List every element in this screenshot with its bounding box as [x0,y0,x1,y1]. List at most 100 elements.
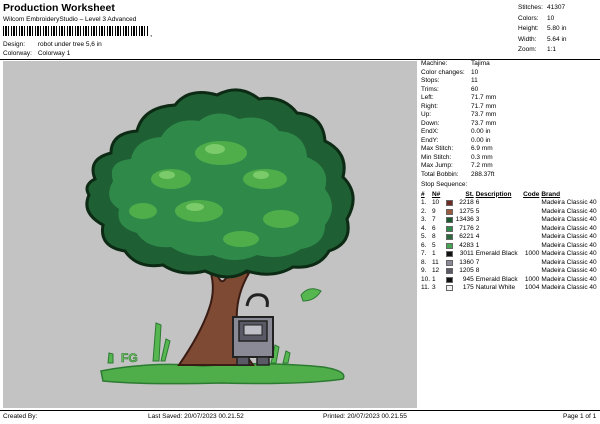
thread-brand: Madeira Classic 40 [541,284,597,291]
stat-label: Zoom: [518,46,537,53]
stitch-count: 2218 [459,199,474,206]
created-by: Created By: [3,413,38,420]
stop-number: 3. [421,216,427,223]
info-label: Machine: [421,60,448,67]
info-row: EndX: 0.00 in [421,128,599,137]
color-swatch [445,276,453,283]
thread-description: 5 [475,207,480,215]
stop-number: 5. [421,233,427,240]
color-swatch [445,242,453,249]
info-value: 0.00 in [471,128,491,135]
stat-value: 1:1 [547,46,557,53]
needle-number: 1 [431,275,436,283]
stop-number: 8. [421,258,427,266]
needle-number: 8 [431,233,436,240]
color-swatch [445,285,453,292]
col-stitches: St. [465,190,474,198]
stitch-count: 1275 [459,207,474,215]
stop-sequence-label: Stop Sequence: [421,181,468,188]
colorway-label: Colorway: [3,50,32,57]
stop-row: 8. 11 1360 7 Madeira Classic 40 [421,259,599,268]
stats-panel: Stitches: 41307 Colors: 10 Height: 5.80 in … [518,3,598,56]
stitch-count: 3011 [459,250,474,257]
info-label: Stops: [421,77,440,84]
info-row: Machine: Tajima [421,60,599,69]
page-number: Page 1 of 1 [563,413,597,420]
needle-number: 5 [431,241,436,249]
stop-row: 1. 10 2218 6 Madeira Classic 40 [421,199,599,208]
machine-info-panel: Machine: Tajima Color changes: 10 Stops: 11… [421,60,599,293]
info-label: Down: [421,119,440,127]
stop-row: 11. 3 175 Natural White 1004 Madeira Classic … [421,284,599,293]
info-label: Color changes: [421,68,465,76]
thread-brand: Madeira Classic 40 [541,199,597,206]
thread-description: Natural White [475,284,516,291]
design-value: robot under tree 5,6 in [37,41,102,48]
stop-row: 6. 5 4283 1 Madeira Classic 40 [421,242,599,251]
info-value: 71.7 mm [471,94,497,101]
grass-blade [160,338,171,362]
stat-row: Height: 5.80 in [518,24,598,35]
info-value: 288.37ft [471,170,495,178]
info-row: Max Jump: 7.2 mm [421,162,599,171]
ground-lettering: FG [121,351,138,365]
design-row: Design: robot under tree 5,6 in [3,41,102,48]
thread-description: 1 [475,241,480,249]
stop-table-header: # N# St. Description Code Brand [421,191,599,200]
thread-description: Emerald Black [475,275,518,283]
info-value: 0.3 mm [471,153,493,161]
stitch-count: 13436 [455,216,474,223]
thread-code: 1004 [524,284,540,291]
stat-label: Height: [518,25,539,32]
stat-value: 5.64 in [547,35,567,43]
info-label: Trims: [421,85,439,93]
col-stop: # [421,190,425,198]
color-swatch [445,259,453,266]
design-preview: FG [3,61,417,408]
stop-row: 5. 8 6221 4 Madeira Classic 40 [421,233,599,242]
stat-label: Colors: [518,14,539,22]
stop-number: 1. [421,199,427,206]
info-row: Color changes: 10 [421,69,599,78]
info-row: Total Bobbin: 288.37ft [421,171,599,180]
stop-sequence-table: # N# St. Description Code Brand 1. 10 2218… [421,191,599,293]
color-swatch [445,268,453,275]
thread-code: 1000 [524,275,540,283]
thread-description: 8 [475,267,480,274]
stat-label: Width: [518,35,537,43]
info-label: Up: [421,111,432,118]
color-swatch [445,208,453,215]
thread-brand: Madeira Classic 40 [541,241,597,249]
thread-code: 1000 [524,250,540,257]
info-value: 11 [471,77,478,84]
stop-row: 2. 9 1275 5 Madeira Classic 40 [421,208,599,217]
falling-leaf [300,288,322,302]
info-row: Stops: 11 [421,77,599,86]
grass-blade [152,322,162,362]
printed-date: Printed: 20/07/2023 00.21.55 [323,413,407,420]
needle-number: 10 [431,199,440,206]
info-value: 10 [471,68,479,76]
stop-number: 7. [421,250,427,257]
stitch-count: 1360 [459,258,474,266]
thread-brand: Madeira Classic 40 [541,207,597,215]
thread-brand: Madeira Classic 40 [541,275,597,283]
thread-description: Emerald Black [475,250,518,257]
color-swatch [445,234,453,241]
col-brand: Brand [541,190,561,198]
stitch-count: 1205 [459,267,474,274]
info-row: Min Stitch: 0.3 mm [421,154,599,163]
stat-row: Colors: 10 [518,14,598,25]
needle-number: 12 [431,267,440,274]
info-row: Left: 71.7 mm [421,94,599,103]
col-description: Description [475,190,512,198]
info-value: 60 [471,85,479,93]
info-label: Max Jump: [421,162,453,169]
color-swatch [445,225,453,232]
last-saved: Last Saved: 20/07/2023 00.21.52 [148,413,244,420]
stat-label: Stitches: [518,4,543,11]
info-value: 0.00 in [471,136,491,144]
needle-number: 7 [431,216,436,223]
stop-number: 2. [421,207,427,215]
grass-blade [282,350,291,364]
